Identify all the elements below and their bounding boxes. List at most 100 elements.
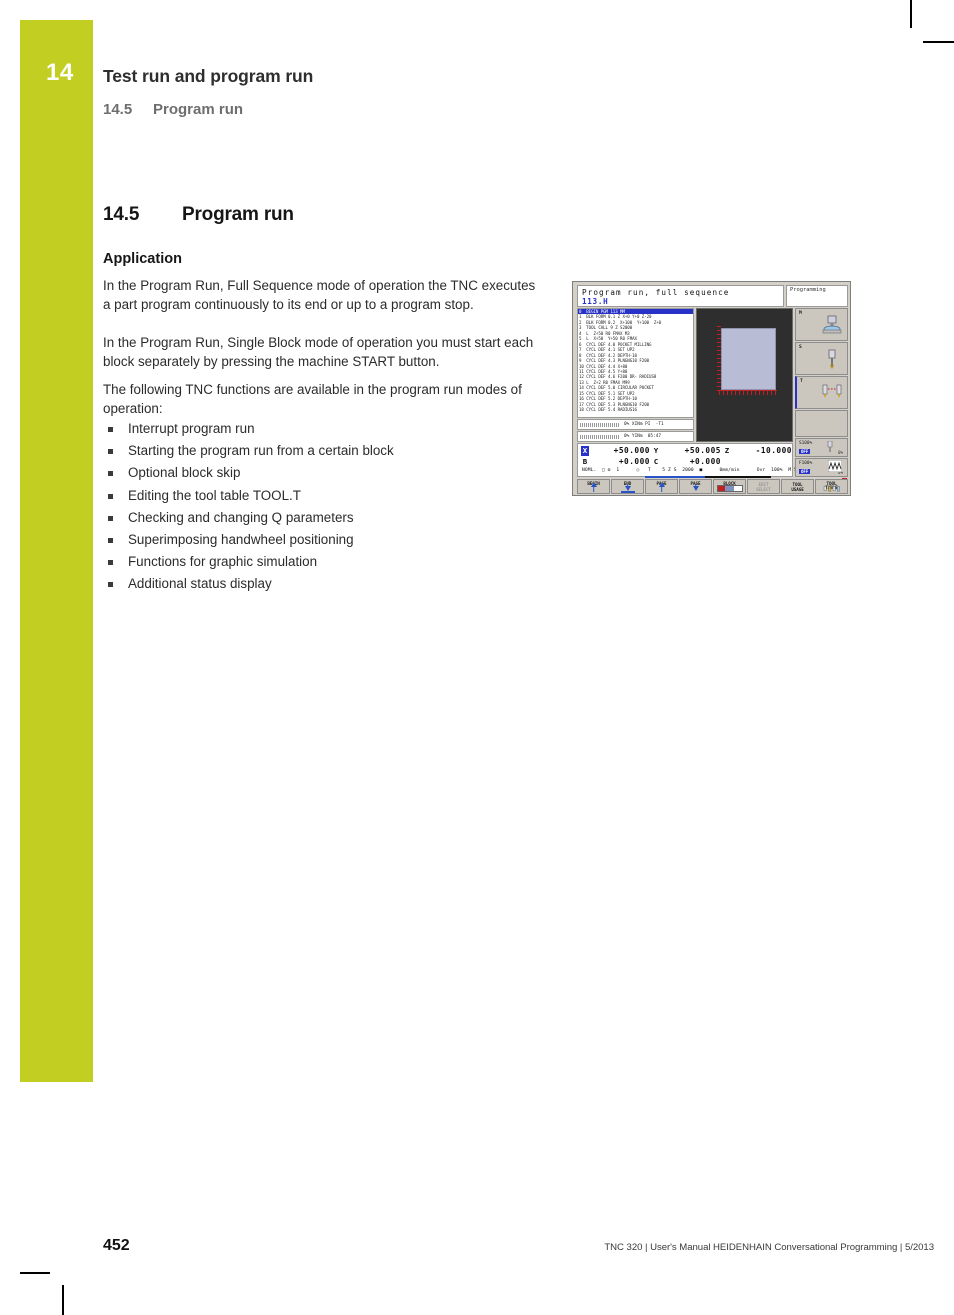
dro-axis-value: +0.000 <box>689 457 721 466</box>
progress-bar-icon <box>580 435 620 439</box>
tnc-status-strip-text: 0% YINm 05:47 <box>624 433 662 439</box>
tnc-status-strip-x: 0% XINm PI -T1 <box>577 419 694 430</box>
status-panel-spindle[interactable]: S <box>795 342 848 375</box>
softkey-begin[interactable]: BEGIN <box>577 479 610 494</box>
spindle-icon <box>828 349 836 369</box>
subsection-heading: Application <box>103 251 182 267</box>
status-panel-label: S <box>799 345 802 350</box>
feed-override-panel[interactable]: F100% OFF 0% <box>795 458 848 477</box>
dro-axis-label: Z <box>724 446 730 455</box>
list-item: Starting the program run from a certain … <box>103 440 546 462</box>
dro-axis-value: +50.005 <box>684 446 721 455</box>
spindle-override-label: S100% <box>799 441 813 446</box>
nc-program-list[interactable]: 0 BEGIN PGM 113 MM 1 BLK FORM 0.1 Z X+0 … <box>577 308 694 418</box>
softkey-indicator-bar <box>645 476 771 478</box>
tnc-screen-body: Program run, full sequence 113.H Program… <box>575 284 850 495</box>
status-panel-machine[interactable]: M <box>795 308 848 341</box>
tnc-secondary-mode-label: Programming <box>790 287 826 293</box>
footer-imprint: TNC 320 | User's Manual HEIDENHAIN Conve… <box>604 1242 934 1253</box>
x-axis-line-icon <box>721 390 777 392</box>
dro-axis-y: Y +50.005 <box>652 446 722 457</box>
softkey-page-down[interactable]: PAGE <box>679 479 712 494</box>
crop-mark-top-right-horizontal <box>923 41 954 43</box>
tnc-mode-header: Program run, full sequence 113.H <box>577 285 784 307</box>
softkey-end[interactable]: END <box>611 479 644 494</box>
dro-axis-label: B <box>582 457 588 466</box>
softkey-label: EDIT SELECT <box>756 482 771 492</box>
tnc-program-name: 113.H <box>582 297 609 306</box>
x-axis-ticks-icon <box>719 391 779 395</box>
graphic-simulation-pane[interactable] <box>696 308 793 442</box>
list-item: Additional status display <box>103 573 546 595</box>
softkey-page-up[interactable]: PAGE <box>645 479 678 494</box>
dro-axis-label: X <box>581 446 589 456</box>
end-bar-icon <box>620 490 635 493</box>
paragraph-2: In the Program Run, Single Block mode of… <box>103 335 534 370</box>
tnc-mode-title: Program run, full sequence <box>582 288 730 297</box>
machine-icon <box>822 315 842 334</box>
softkey-row: BEGIN END PAGE PAGE BLOCK SCAN <box>577 479 848 494</box>
status-panel-label: T <box>800 379 803 384</box>
spindle-override-icon <box>827 441 833 452</box>
arrow-down-head-icon <box>692 486 699 492</box>
status-panel-blank <box>795 410 848 437</box>
feed-override-icon <box>828 460 842 472</box>
workpiece-blank <box>721 328 776 390</box>
dro-axis-value: -10.000 <box>755 446 792 455</box>
nc-block-row[interactable]: 18 CYCL DEF 5.4 RADIUS16 <box>578 407 693 412</box>
softkey-label: TOOL USAGE <box>791 482 804 492</box>
list-item: Editing the tool table TOOL.T <box>103 485 546 507</box>
running-head-section-title: Program run <box>153 101 244 118</box>
tool-icon <box>822 384 842 398</box>
tnc-screen-figure: Program run, full sequence 113.H Program… <box>572 281 851 496</box>
section-number: 14.5 <box>103 204 140 225</box>
crop-mark-bottom-left-horizontal <box>20 1272 50 1274</box>
dro-axis-label: Y <box>653 446 659 455</box>
position-display: X +50.000 Y +50.005 Z -10.000 B +0.000 C… <box>577 443 803 477</box>
running-head-section-number: 14.5 <box>103 101 133 118</box>
arrow-up-head-icon <box>590 482 597 487</box>
dro-row: X +50.000 Y +50.005 Z -10.000 <box>578 446 792 457</box>
softkey-edit-select[interactable]: EDIT SELECT <box>747 479 780 494</box>
dro-row: B +0.000 C +0.000 <box>578 457 792 468</box>
list-item: Superimposing handwheel positioning <box>103 529 546 551</box>
paragraph-3: The following TNC functions are availabl… <box>103 382 522 417</box>
running-head-section: 14.5 Program run <box>103 101 243 118</box>
tnc-status-strip-y: 0% YINm 05:47 <box>577 431 694 442</box>
tnc-secondary-mode-box: Programming <box>786 285 848 307</box>
dro-axis-b: B +0.000 <box>581 457 651 468</box>
list-item: Optional block skip <box>103 462 546 484</box>
dro-axis-label: C <box>653 457 659 466</box>
chapter-accent-bar <box>20 20 93 1082</box>
tnc-status-strip-text: 0% XINm PI -T1 <box>624 421 664 427</box>
dro-axis-value: +50.000 <box>613 446 650 455</box>
crop-mark-bottom-left-vertical <box>62 1285 64 1315</box>
feed-override-state[interactable]: OFF <box>799 469 811 474</box>
list-item: Interrupt program run <box>103 418 546 440</box>
list-item: Functions for graphic simulation <box>103 551 546 573</box>
section-title-text: Program run <box>182 204 294 225</box>
arrow-up-head-icon <box>658 482 665 487</box>
list-item: Checking and changing Q parameters <box>103 507 546 529</box>
chapter-title: Test run and program run <box>103 66 314 86</box>
spindle-override-panel[interactable]: S100% OFF 0% <box>795 438 848 457</box>
tnc-status-sidebar: M S T S100% OFF 0% F100% OFF 0% <box>795 308 848 481</box>
feed-override-label: F100% <box>799 461 813 466</box>
block-scan-icon <box>716 484 743 492</box>
dro-axis-c: C +0.000 <box>652 457 722 468</box>
status-panel-label: M <box>799 311 802 316</box>
spindle-override-percent: 0% <box>838 450 843 455</box>
progress-bar-icon <box>580 423 620 427</box>
dro-axis-x: X +50.000 <box>581 446 651 457</box>
softkey-block-scan[interactable]: BLOCK SCAN <box>713 479 746 494</box>
crop-mark-top-right-vertical <box>910 0 912 28</box>
dro-axis-z: Z -10.000 <box>723 446 792 457</box>
spindle-override-state[interactable]: OFF <box>799 449 811 454</box>
function-list: Interrupt program run Starting the progr… <box>103 418 546 596</box>
paragraph-1: In the Program Run, Full Sequence mode o… <box>103 278 536 313</box>
softkey-tool-table[interactable]: TOOL TABLE <box>815 479 848 494</box>
machine-status-line: NOML. □ ⚙ 1 ○ T 5 Z S 2000 ■ 0mm/min Ovr… <box>582 468 803 473</box>
page-title: 14.5 Program run <box>103 204 294 226</box>
softkey-tool-usage[interactable]: TOOL USAGE <box>781 479 814 494</box>
status-panel-tool[interactable]: T <box>795 376 848 409</box>
